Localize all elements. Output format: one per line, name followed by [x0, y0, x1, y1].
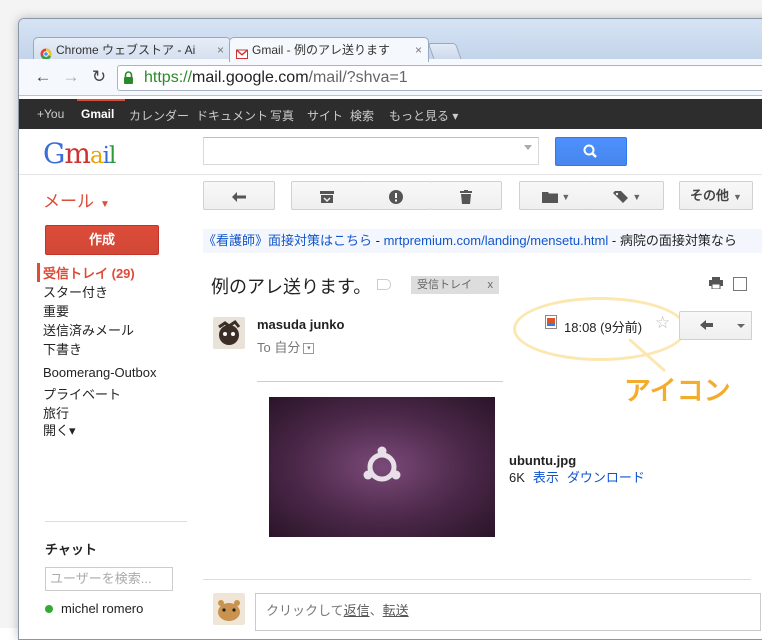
back-to-inbox-button[interactable]	[203, 181, 275, 210]
chat-title: チャット	[45, 542, 97, 557]
gbar-item-search[interactable]: 検索	[350, 107, 374, 124]
arrow-left-icon	[232, 191, 246, 202]
message-time: 18:08 (9分前)	[564, 320, 643, 335]
download-attachment-link[interactable]: ダウンロード	[567, 470, 645, 485]
sidebar-item-inbox[interactable]: 受信トレイ (29)	[37, 263, 213, 282]
gbar-item-plus[interactable]: +You	[37, 107, 64, 121]
reply-box[interactable]: クリックして返信、転送	[255, 593, 761, 631]
gbar-item-calendar[interactable]: カレンダー	[129, 107, 189, 124]
close-icon[interactable]: ×	[415, 38, 422, 62]
forward-icon[interactable]: →	[61, 67, 81, 87]
search-button[interactable]	[555, 137, 627, 166]
archive-button[interactable]	[291, 181, 363, 210]
gbar-item-gmail[interactable]: Gmail	[81, 107, 114, 121]
ubuntu-logo-icon	[363, 446, 401, 482]
print-icon[interactable]	[709, 277, 723, 289]
back-icon[interactable]: ←	[33, 67, 53, 87]
message-more-button[interactable]	[731, 311, 752, 340]
sidebar-item-important[interactable]: 重要	[43, 301, 213, 320]
ad-link[interactable]: 《看護師》面接対策はこちら	[203, 233, 372, 248]
sidebar-item-expand[interactable]: 開く▾	[43, 420, 213, 439]
search-icon	[583, 144, 597, 158]
gbar-item-sites[interactable]: サイト	[307, 107, 343, 124]
archive-icon	[320, 190, 334, 203]
google-bar: +You Gmail カレンダー ドキュメント 写真 サイト 検索 もっと見る …	[19, 99, 762, 129]
mail-menu[interactable]: メール ▼	[43, 187, 110, 212]
ad-url[interactable]: mrtpremium.com/landing/mensetu.html	[384, 233, 609, 248]
more-actions-button[interactable]: その他 ▼	[679, 181, 753, 210]
gbar-item-photos[interactable]: 写真	[270, 107, 294, 124]
dropdown-icon[interactable]	[524, 145, 532, 150]
trash-icon	[460, 189, 472, 204]
remove-label-icon[interactable]: x	[488, 276, 494, 294]
compose-button[interactable]: 作成	[45, 225, 159, 255]
gmail-logo[interactable]: Gmail	[43, 137, 116, 170]
tab-title: Gmail - 例のアレ送ります	[252, 43, 391, 57]
chat-search-input[interactable]: ユーザーを検索...	[45, 567, 173, 591]
reload-icon[interactable]: ↻	[89, 67, 109, 87]
details-toggle-icon[interactable]: ▾	[303, 343, 315, 355]
attachment-filename: ubuntu.jpg	[509, 453, 577, 468]
gmail-icon	[236, 44, 248, 59]
message-subject: 例のアレ送ります。	[211, 277, 372, 297]
annotation-callout: アイコン	[624, 376, 731, 406]
label-chip-inbox[interactable]: 受信トレイ x	[411, 276, 499, 294]
forward-link[interactable]: 転送	[383, 603, 409, 618]
browser-window: Chrome ウェブストア - Ai × Gmail - 例のアレ送ります × …	[18, 18, 762, 640]
sender-name[interactable]: masuda junko	[257, 317, 344, 332]
labels-button[interactable]: ▼	[591, 181, 664, 210]
search-input[interactable]	[203, 137, 539, 165]
reply-divider	[203, 579, 751, 580]
chat-divider	[45, 521, 187, 522]
chevron-down-icon: ▼	[632, 192, 642, 202]
tab-gmail[interactable]: Gmail - 例のアレ送ります ×	[229, 37, 429, 62]
view-attachment-link[interactable]: 表示	[533, 470, 559, 485]
attachment-divider	[257, 381, 503, 382]
address-bar[interactable]: https://mail.google.com/mail/?shva=1	[117, 65, 762, 91]
chevron-down-icon	[737, 324, 745, 328]
tag-icon	[612, 190, 628, 203]
new-window-icon[interactable]	[733, 277, 747, 291]
star-icon[interactable]: ☆	[655, 313, 670, 333]
sidebar-item-starred[interactable]: スター付き	[43, 282, 213, 301]
gbar-item-docs[interactable]: ドキュメント	[196, 107, 268, 124]
label-icon[interactable]	[377, 279, 391, 290]
reply-button[interactable]	[679, 311, 733, 340]
sidebar-item-private[interactable]: プライベート	[43, 384, 213, 403]
attachment-thumbnail[interactable]	[269, 397, 495, 537]
attachment-icon	[545, 315, 557, 329]
chat-contact[interactable]: michel romero	[45, 601, 143, 616]
url-text: https://mail.google.com/mail/?shva=1	[144, 69, 408, 86]
my-avatar[interactable]	[213, 593, 245, 625]
warning-icon	[389, 189, 403, 204]
gbar-item-more[interactable]: もっと見る ▾	[389, 107, 458, 124]
ad-banner: 《看護師》面接対策はこちら - mrtpremium.com/landing/m…	[203, 229, 762, 253]
reply-icon	[700, 320, 713, 330]
folder-icon	[541, 191, 558, 203]
sidebar-item-boomerang[interactable]: Boomerang-Outbox	[43, 365, 213, 380]
browser-toolbar: ← → ↻ https://mail.google.com/mail/?shva…	[19, 59, 762, 96]
online-status-icon	[45, 605, 53, 613]
attachment-meta: 6K 表示 ダウンロード	[509, 470, 645, 485]
sidebar-item-sent[interactable]: 送信済みメール	[43, 320, 213, 339]
move-to-button[interactable]: ▼	[519, 181, 593, 210]
sidebar-item-drafts[interactable]: 下書き	[43, 339, 213, 358]
report-spam-button[interactable]	[361, 181, 432, 210]
tab-strip: Chrome ウェブストア - Ai × Gmail - 例のアレ送ります ×	[19, 19, 762, 62]
gbar-selected-indicator	[77, 99, 125, 101]
reply-link[interactable]: 返信	[344, 603, 370, 618]
lock-icon	[123, 71, 134, 88]
webstore-icon	[40, 44, 52, 60]
sender-avatar[interactable]	[213, 317, 245, 349]
recipients[interactable]: To 自分 ▾	[257, 337, 315, 356]
delete-button[interactable]	[431, 181, 502, 210]
chevron-down-icon: ▼	[561, 192, 571, 202]
header-divider	[19, 174, 762, 175]
